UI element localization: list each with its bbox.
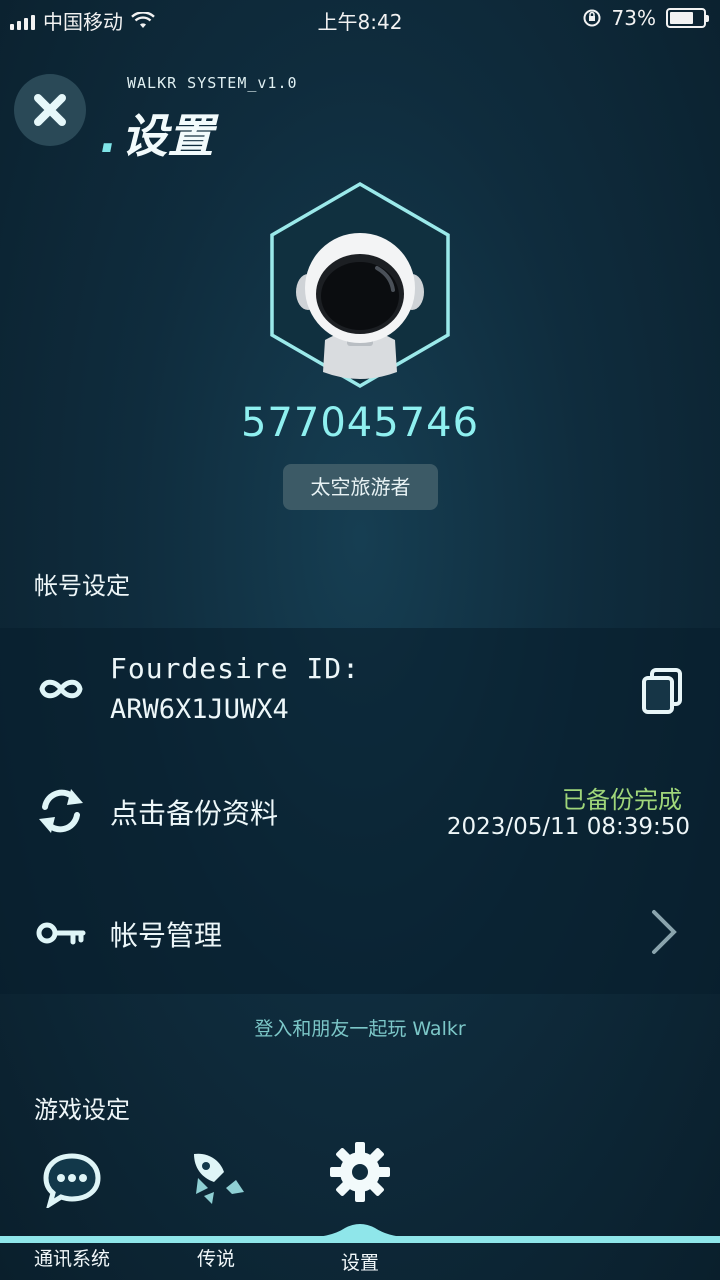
user-rank-badge: 太空旅游者 — [283, 464, 438, 510]
close-icon — [34, 94, 66, 126]
tab-comms-label-wrap[interactable]: 通讯系统 — [22, 1244, 122, 1271]
backup-status: 已备份完成 — [562, 786, 682, 814]
tab-comms-label: 通讯系统 — [33, 1248, 110, 1270]
user-number: 577045746 — [240, 400, 480, 446]
tab-legend-label-wrap[interactable]: 传说 — [166, 1244, 266, 1271]
copy-id-button[interactable] — [636, 664, 690, 718]
tab-settings[interactable] — [326, 1140, 394, 1204]
fourdesire-id-value: ARW6X1JUWX4 — [110, 694, 289, 725]
backup-row-icon[interactable] — [34, 784, 88, 838]
backup-timestamp: 2023/05/11 08:39:50 — [446, 814, 690, 840]
login-hint[interactable]: 登入和朋友一起玩 Walkr — [0, 1014, 720, 1041]
status-right: 73% — [582, 6, 709, 30]
fourdesire-id-label: Fourdesire ID: — [110, 652, 361, 685]
battery-icon — [666, 8, 709, 28]
close-button[interactable] — [14, 74, 86, 146]
page-title: .设置 — [100, 100, 213, 166]
tab-settings-label: 设置 — [340, 1252, 379, 1274]
gear-icon — [330, 1142, 390, 1202]
rocket-icon — [194, 1153, 244, 1204]
active-tab-bump — [300, 1224, 420, 1238]
title-dot: . — [100, 109, 118, 163]
tab-legend[interactable] — [180, 1148, 252, 1210]
page-title-text: 设置 — [121, 109, 214, 163]
key-icon — [34, 906, 88, 960]
tab-legend-label: 传说 — [196, 1248, 235, 1270]
astronaut-avatar-image — [270, 181, 450, 389]
battery-percent: 73% — [611, 6, 656, 30]
tab-comms[interactable] — [22, 1152, 122, 1208]
system-version-label: WALKR SYSTEM_v1.0 — [127, 74, 298, 92]
orientation-lock-icon — [583, 9, 601, 27]
account-manage-chevron[interactable] — [646, 908, 682, 956]
status-bar: 中国移动 上午8:42 73% — [0, 0, 720, 38]
backup-button[interactable]: 点击备份资料 — [110, 792, 278, 832]
infinity-icon — [34, 662, 88, 716]
account-section-title: 帐号设定 — [34, 572, 130, 600]
chevron-right-icon — [652, 910, 677, 954]
game-section-title: 游戏设定 — [34, 1096, 130, 1124]
account-manage-button[interactable]: 帐号管理 — [110, 914, 222, 954]
sync-icon — [39, 789, 83, 833]
avatar[interactable] — [265, 180, 455, 390]
chat-icon — [43, 1153, 101, 1208]
copy-icon — [642, 668, 682, 714]
tab-settings-label-wrap[interactable]: 设置 — [310, 1248, 410, 1275]
